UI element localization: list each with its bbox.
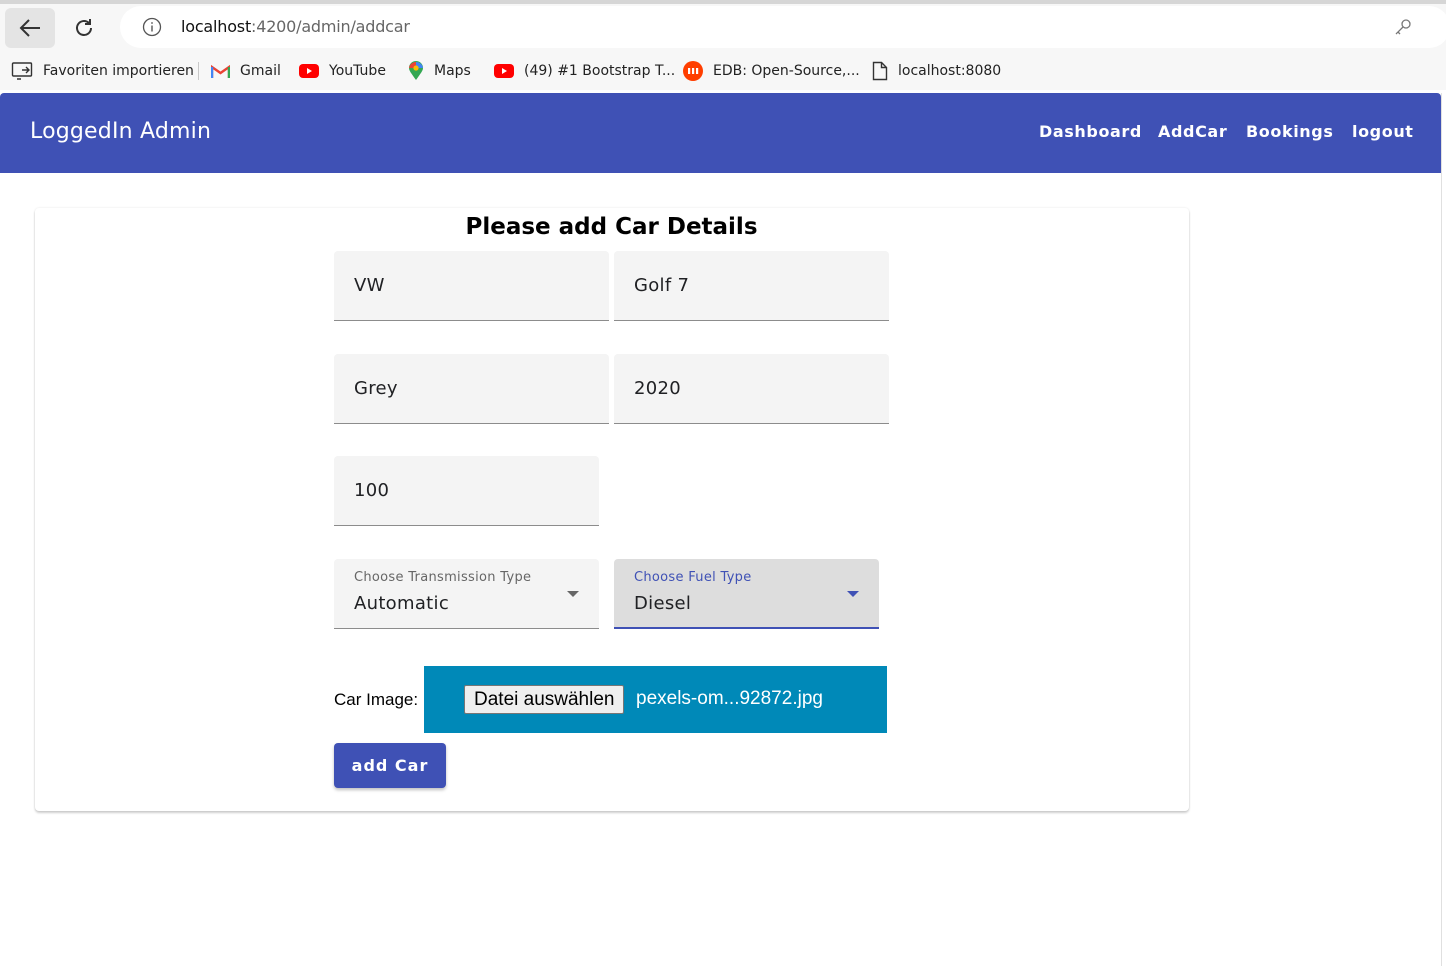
card-title: Please add Car Details [35, 214, 1189, 240]
bookmark-label: Gmail [240, 63, 281, 79]
info-icon[interactable] [142, 17, 162, 37]
choose-file-button[interactable]: Datei auswählen [464, 685, 625, 714]
import-favorites-icon [11, 62, 33, 80]
fuel-select[interactable]: Choose Fuel Type Diesel [614, 559, 879, 629]
car-image-file-input[interactable]: Datei auswählen pexels-om...92872.jpg [424, 666, 887, 733]
page-icon [872, 61, 888, 81]
bookmark-label: localhost:8080 [898, 63, 1002, 79]
nav-addcar[interactable]: AddCar [1158, 122, 1227, 141]
transmission-value: Automatic [354, 593, 450, 614]
app-toolbar: LoggedIn Admin Dashboard AddCar Bookings… [0, 93, 1441, 173]
transmission-label: Choose Transmission Type [354, 570, 532, 585]
model-value: Golf 7 [634, 275, 690, 296]
nav-dashboard[interactable]: Dashboard [1039, 122, 1142, 141]
edb-icon [683, 61, 703, 81]
transmission-select[interactable]: Choose Transmission Type Automatic [334, 559, 599, 629]
fuel-label: Choose Fuel Type [634, 570, 752, 585]
bookmark-localhost[interactable]: localhost:8080 [872, 60, 1001, 82]
maps-icon [409, 61, 423, 80]
nav-logout[interactable]: logout [1352, 122, 1414, 141]
reload-button[interactable] [64, 8, 104, 48]
color-field[interactable]: Grey [334, 354, 609, 424]
bookmarks-bar: Favoriten importieren Gmail YouTube Maps… [0, 52, 1446, 90]
bookmark-label: (49) #1 Bootstrap T... [524, 63, 676, 79]
youtube-icon [494, 64, 514, 78]
year-field[interactable]: 2020 [614, 354, 889, 424]
year-value: 2020 [634, 378, 682, 399]
brand-value: VW [354, 275, 385, 296]
url-host: localhost [181, 17, 252, 36]
add-car-button[interactable]: add Car [334, 743, 446, 788]
url-text[interactable]: localhost:4200/admin/addcar [181, 17, 410, 36]
dropdown-arrow-icon [847, 591, 859, 597]
bookmark-label: Maps [434, 63, 471, 79]
bookmark-bootstrap-video[interactable]: (49) #1 Bootstrap T... [494, 60, 675, 82]
youtube-icon [299, 64, 319, 78]
browser-toolbar: localhost:4200/admin/addcar [0, 4, 1446, 52]
bookmark-separator [198, 62, 199, 80]
bookmark-gmail[interactable]: Gmail [211, 60, 281, 82]
dropdown-arrow-icon [567, 591, 579, 597]
gmail-icon [211, 64, 230, 78]
fuel-value: Diesel [634, 593, 692, 614]
bookmark-maps[interactable]: Maps [408, 60, 471, 82]
arrow-left-icon [19, 19, 40, 37]
selected-file-name: pexels-om...92872.jpg [636, 688, 823, 709]
nav-bookings[interactable]: Bookings [1246, 122, 1333, 141]
model-field[interactable]: Golf 7 [614, 251, 889, 321]
app-title: LoggedIn Admin [30, 119, 212, 144]
bookmark-label: YouTube [329, 63, 386, 79]
address-bar[interactable]: localhost:4200/admin/addcar [120, 6, 1446, 48]
price-field[interactable]: 100 [334, 456, 599, 526]
key-icon[interactable] [1394, 18, 1412, 36]
bookmark-label: EDB: Open-Source,... [713, 63, 860, 79]
bookmark-label: Favoriten importieren [43, 63, 194, 79]
window-edge [1441, 93, 1446, 966]
url-path: :4200/admin/addcar [251, 17, 410, 36]
bookmark-youtube[interactable]: YouTube [299, 60, 386, 82]
reload-icon [76, 19, 92, 36]
card-title-text: Please add Car Details [465, 214, 758, 240]
back-button[interactable] [5, 8, 55, 48]
bookmark-edb[interactable]: EDB: Open-Source,... [683, 60, 860, 82]
price-value: 100 [354, 480, 390, 501]
brand-field[interactable]: VW [334, 251, 609, 321]
color-value: Grey [354, 378, 398, 399]
car-image-label: Car Image: [334, 690, 419, 709]
bookmark-import-favorites[interactable]: Favoriten importieren [11, 60, 194, 82]
